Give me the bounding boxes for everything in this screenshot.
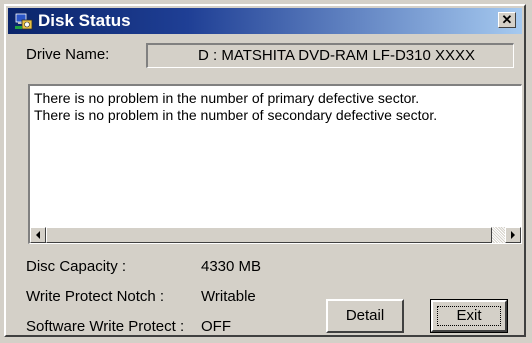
message-line-primary: There is no problem in the number of pri… (34, 90, 420, 106)
disc-capacity-label: Disc Capacity : (26, 258, 127, 275)
scroll-right-button[interactable] (505, 227, 521, 243)
close-button[interactable]: ✕ (498, 12, 516, 28)
scroll-left-arrow-icon (36, 231, 40, 239)
write-protect-notch-label: Write Protect Notch : (26, 288, 165, 305)
exit-button-frame[interactable]: Exit (430, 299, 508, 333)
close-icon: ✕ (501, 12, 513, 27)
software-write-protect-label: Software Write Protect : (26, 318, 185, 335)
title-bar[interactable]: Disk Status ✕ (8, 8, 522, 34)
drive-name-label: Drive Name: (26, 46, 110, 63)
disk-status-window: Disk Status ✕ Drive Name: D : MATSHITA D… (4, 4, 526, 337)
write-protect-notch-value: Writable (201, 288, 256, 305)
window-title: Disk Status (38, 11, 131, 30)
drive-name-field: D : MATSHITA DVD-RAM LF-D310 XXXX (146, 43, 514, 68)
software-write-protect-value: OFF (201, 318, 231, 335)
horizontal-scrollbar[interactable] (30, 227, 521, 243)
detail-button[interactable]: Detail (326, 299, 404, 333)
message-line-secondary: There is no problem in the number of sec… (34, 107, 438, 123)
status-message-box[interactable]: There is no problem in the number of pri… (28, 84, 522, 244)
disk-status-app-icon (15, 13, 33, 30)
exit-focus-ring (437, 306, 501, 326)
disc-capacity-value: 4330 MB (201, 258, 262, 275)
scroll-left-button[interactable] (30, 227, 46, 243)
scroll-thumb[interactable] (46, 227, 492, 243)
scroll-right-arrow-icon (511, 231, 515, 239)
